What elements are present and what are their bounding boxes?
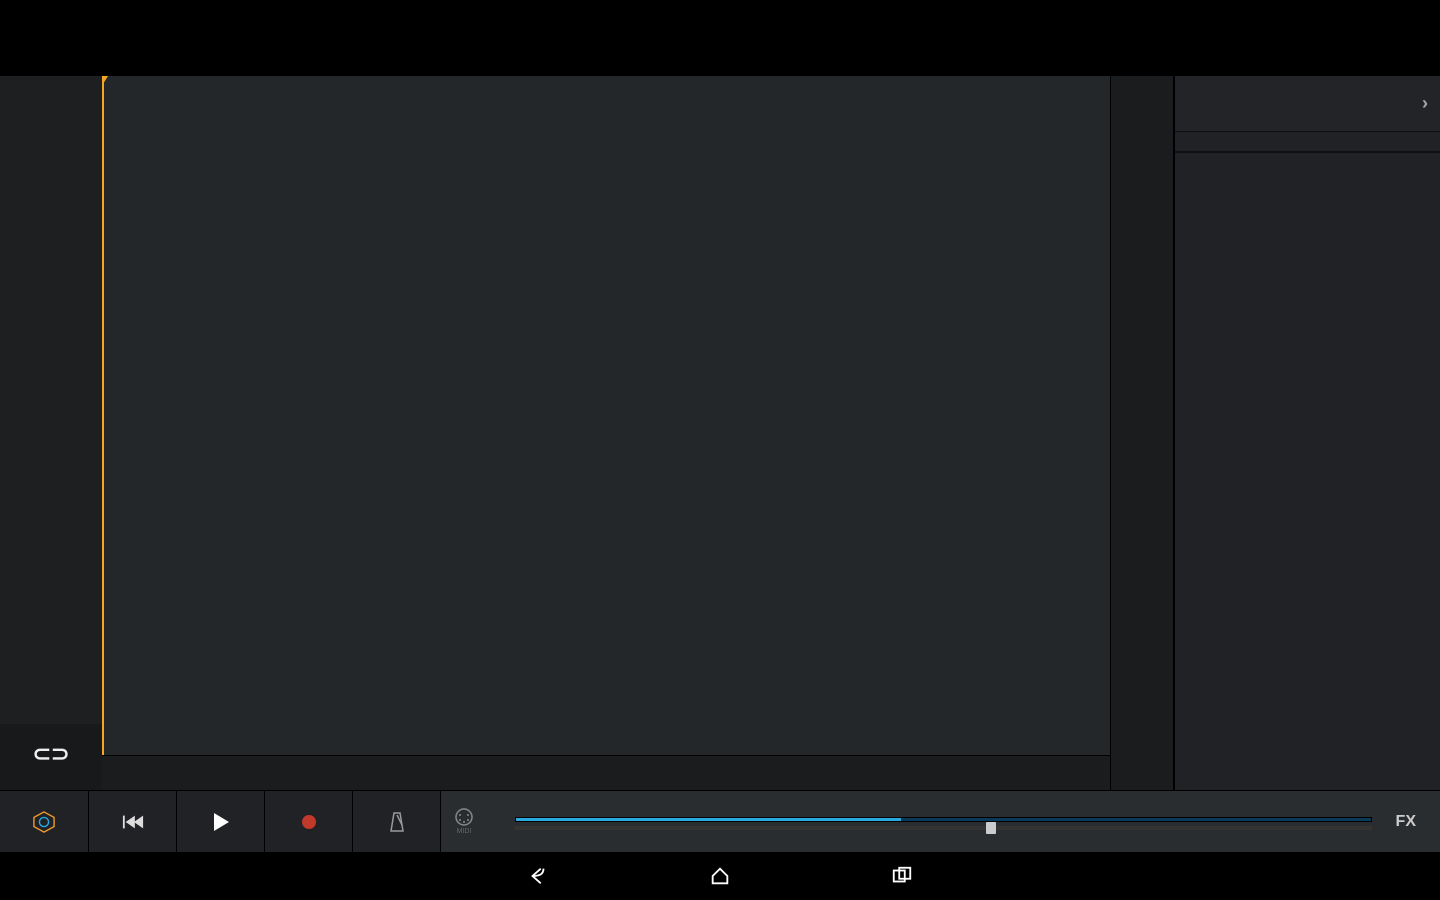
timeline-ruler[interactable] (102, 755, 1110, 790)
channel-tools (1110, 76, 1174, 790)
snap-control[interactable]: ⊂⊃ (0, 724, 102, 790)
mixer-title[interactable]: › (1175, 76, 1440, 132)
magnet-icon: ⊂⊃ (33, 741, 70, 767)
back-icon[interactable] (527, 865, 549, 887)
output-gain[interactable] (515, 813, 1372, 830)
transport-bar: MIDI FX (0, 790, 1440, 852)
gain-slider[interactable] (515, 826, 1372, 830)
metronome-button[interactable] (352, 791, 440, 852)
mixer-subtitle (1175, 132, 1440, 152)
playhead[interactable] (102, 76, 104, 755)
mixer-panel: › (1174, 76, 1440, 790)
recent-icon[interactable] (891, 865, 913, 887)
transport-info: MIDI FX (440, 791, 1440, 852)
master-fx-button[interactable]: FX (1386, 813, 1426, 831)
output-meter (515, 817, 1372, 822)
track-list: ⊂⊃ (0, 76, 102, 790)
play-button[interactable] (176, 791, 264, 852)
midi-icon: MIDI (455, 808, 473, 835)
pattern-editor[interactable] (102, 76, 1110, 790)
chevron-right-icon[interactable]: › (1422, 93, 1428, 114)
record-button[interactable] (264, 791, 352, 852)
logo-button[interactable] (0, 791, 88, 852)
tracks-header (0, 0, 1440, 76)
android-nav (0, 852, 1440, 900)
home-icon[interactable] (709, 865, 731, 887)
rewind-button[interactable] (88, 791, 176, 852)
